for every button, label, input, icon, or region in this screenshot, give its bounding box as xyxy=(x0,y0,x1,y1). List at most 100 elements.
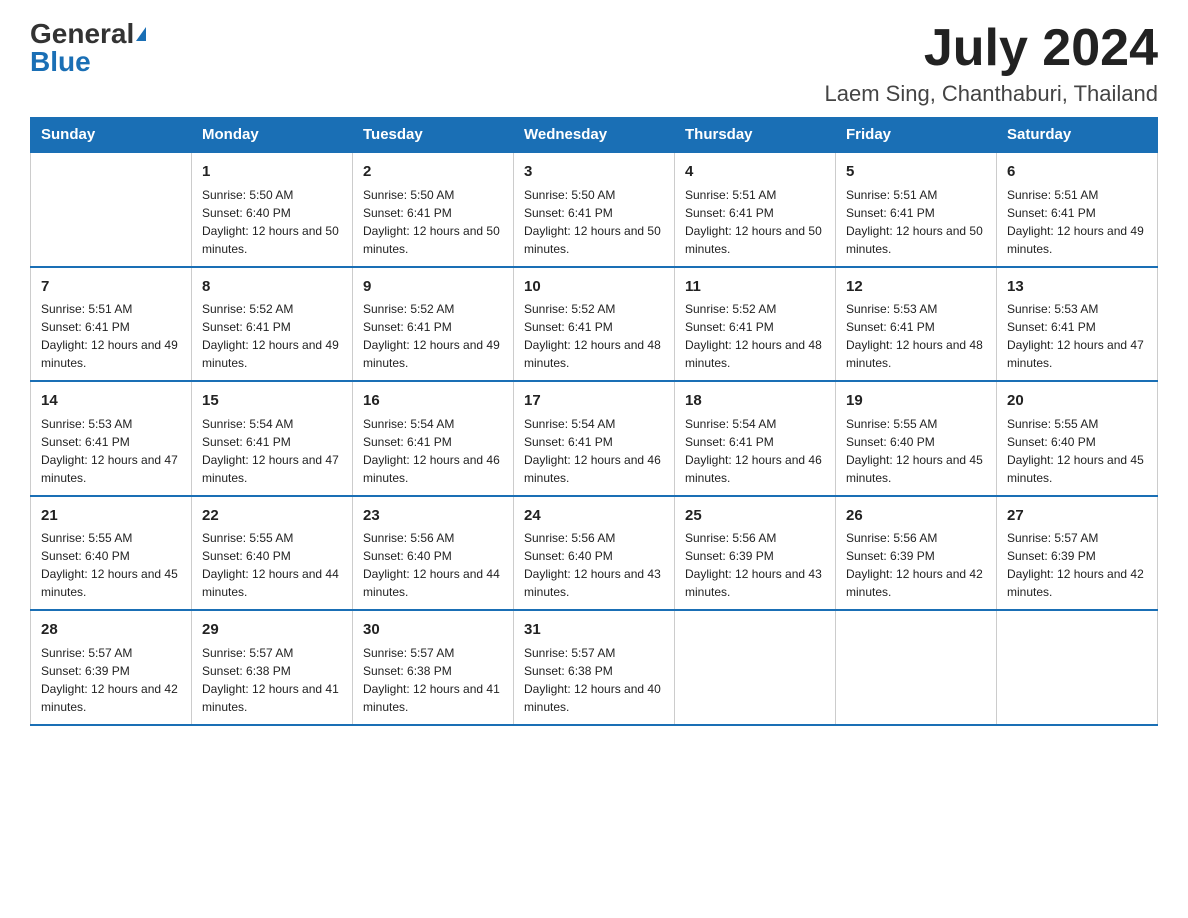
weekday-header-wednesday: Wednesday xyxy=(514,118,675,153)
weekday-header-saturday: Saturday xyxy=(997,118,1158,153)
day-info: Sunrise: 5:55 AMSunset: 6:40 PMDaylight:… xyxy=(202,529,342,601)
day-info: Sunrise: 5:52 AMSunset: 6:41 PMDaylight:… xyxy=(685,300,825,372)
calendar-day-cell: 18Sunrise: 5:54 AMSunset: 6:41 PMDayligh… xyxy=(675,381,836,496)
day-info: Sunrise: 5:51 AMSunset: 6:41 PMDaylight:… xyxy=(685,186,825,258)
logo-blue-text: Blue xyxy=(30,48,91,76)
day-number: 9 xyxy=(363,276,503,299)
day-number: 22 xyxy=(202,505,342,528)
day-info: Sunrise: 5:56 AMSunset: 6:40 PMDaylight:… xyxy=(524,529,664,601)
day-info: Sunrise: 5:51 AMSunset: 6:41 PMDaylight:… xyxy=(1007,186,1147,258)
calendar-day-cell: 2Sunrise: 5:50 AMSunset: 6:41 PMDaylight… xyxy=(353,152,514,267)
calendar-day-cell: 20Sunrise: 5:55 AMSunset: 6:40 PMDayligh… xyxy=(997,381,1158,496)
calendar-day-cell: 15Sunrise: 5:54 AMSunset: 6:41 PMDayligh… xyxy=(192,381,353,496)
day-info: Sunrise: 5:51 AMSunset: 6:41 PMDaylight:… xyxy=(41,300,181,372)
day-info: Sunrise: 5:50 AMSunset: 6:41 PMDaylight:… xyxy=(363,186,503,258)
calendar-day-cell: 26Sunrise: 5:56 AMSunset: 6:39 PMDayligh… xyxy=(836,496,997,611)
calendar-day-cell: 31Sunrise: 5:57 AMSunset: 6:38 PMDayligh… xyxy=(514,610,675,725)
calendar-day-cell: 6Sunrise: 5:51 AMSunset: 6:41 PMDaylight… xyxy=(997,152,1158,267)
calendar-day-cell: 11Sunrise: 5:52 AMSunset: 6:41 PMDayligh… xyxy=(675,267,836,382)
day-info: Sunrise: 5:57 AMSunset: 6:38 PMDaylight:… xyxy=(524,644,664,716)
day-info: Sunrise: 5:55 AMSunset: 6:40 PMDaylight:… xyxy=(1007,415,1147,487)
day-info: Sunrise: 5:55 AMSunset: 6:40 PMDaylight:… xyxy=(846,415,986,487)
day-number: 13 xyxy=(1007,276,1147,299)
calendar-week-row: 28Sunrise: 5:57 AMSunset: 6:39 PMDayligh… xyxy=(31,610,1158,725)
day-number: 14 xyxy=(41,390,181,413)
day-number: 8 xyxy=(202,276,342,299)
day-number: 28 xyxy=(41,619,181,642)
title-block: July 2024 Laem Sing, Chanthaburi, Thaila… xyxy=(825,20,1158,107)
day-info: Sunrise: 5:55 AMSunset: 6:40 PMDaylight:… xyxy=(41,529,181,601)
day-info: Sunrise: 5:57 AMSunset: 6:39 PMDaylight:… xyxy=(1007,529,1147,601)
calendar-day-cell: 7Sunrise: 5:51 AMSunset: 6:41 PMDaylight… xyxy=(31,267,192,382)
calendar-day-cell: 1Sunrise: 5:50 AMSunset: 6:40 PMDaylight… xyxy=(192,152,353,267)
day-info: Sunrise: 5:50 AMSunset: 6:41 PMDaylight:… xyxy=(524,186,664,258)
weekday-header-thursday: Thursday xyxy=(675,118,836,153)
day-info: Sunrise: 5:52 AMSunset: 6:41 PMDaylight:… xyxy=(524,300,664,372)
day-info: Sunrise: 5:57 AMSunset: 6:38 PMDaylight:… xyxy=(202,644,342,716)
day-info: Sunrise: 5:52 AMSunset: 6:41 PMDaylight:… xyxy=(202,300,342,372)
day-number: 24 xyxy=(524,505,664,528)
day-number: 16 xyxy=(363,390,503,413)
weekday-header-sunday: Sunday xyxy=(31,118,192,153)
calendar-day-cell: 25Sunrise: 5:56 AMSunset: 6:39 PMDayligh… xyxy=(675,496,836,611)
calendar-day-cell: 13Sunrise: 5:53 AMSunset: 6:41 PMDayligh… xyxy=(997,267,1158,382)
day-number: 7 xyxy=(41,276,181,299)
calendar-day-cell: 28Sunrise: 5:57 AMSunset: 6:39 PMDayligh… xyxy=(31,610,192,725)
calendar-day-cell: 29Sunrise: 5:57 AMSunset: 6:38 PMDayligh… xyxy=(192,610,353,725)
calendar-day-cell: 10Sunrise: 5:52 AMSunset: 6:41 PMDayligh… xyxy=(514,267,675,382)
day-number: 4 xyxy=(685,161,825,184)
logo-triangle-icon xyxy=(136,27,146,41)
day-number: 5 xyxy=(846,161,986,184)
day-number: 1 xyxy=(202,161,342,184)
calendar-day-cell: 3Sunrise: 5:50 AMSunset: 6:41 PMDaylight… xyxy=(514,152,675,267)
day-number: 10 xyxy=(524,276,664,299)
calendar-header-row: SundayMondayTuesdayWednesdayThursdayFrid… xyxy=(31,118,1158,153)
calendar-day-cell: 17Sunrise: 5:54 AMSunset: 6:41 PMDayligh… xyxy=(514,381,675,496)
day-info: Sunrise: 5:52 AMSunset: 6:41 PMDaylight:… xyxy=(363,300,503,372)
calendar-day-cell: 4Sunrise: 5:51 AMSunset: 6:41 PMDaylight… xyxy=(675,152,836,267)
day-number: 31 xyxy=(524,619,664,642)
day-info: Sunrise: 5:56 AMSunset: 6:40 PMDaylight:… xyxy=(363,529,503,601)
day-info: Sunrise: 5:54 AMSunset: 6:41 PMDaylight:… xyxy=(685,415,825,487)
calendar-empty-cell xyxy=(997,610,1158,725)
calendar-day-cell: 12Sunrise: 5:53 AMSunset: 6:41 PMDayligh… xyxy=(836,267,997,382)
calendar-week-row: 7Sunrise: 5:51 AMSunset: 6:41 PMDaylight… xyxy=(31,267,1158,382)
day-number: 26 xyxy=(846,505,986,528)
calendar-day-cell: 8Sunrise: 5:52 AMSunset: 6:41 PMDaylight… xyxy=(192,267,353,382)
weekday-header-friday: Friday xyxy=(836,118,997,153)
day-number: 12 xyxy=(846,276,986,299)
day-number: 23 xyxy=(363,505,503,528)
day-number: 18 xyxy=(685,390,825,413)
day-info: Sunrise: 5:56 AMSunset: 6:39 PMDaylight:… xyxy=(685,529,825,601)
day-info: Sunrise: 5:54 AMSunset: 6:41 PMDaylight:… xyxy=(524,415,664,487)
calendar-day-cell: 9Sunrise: 5:52 AMSunset: 6:41 PMDaylight… xyxy=(353,267,514,382)
calendar-day-cell: 22Sunrise: 5:55 AMSunset: 6:40 PMDayligh… xyxy=(192,496,353,611)
calendar-empty-cell xyxy=(675,610,836,725)
weekday-header-tuesday: Tuesday xyxy=(353,118,514,153)
day-info: Sunrise: 5:54 AMSunset: 6:41 PMDaylight:… xyxy=(202,415,342,487)
calendar-day-cell: 23Sunrise: 5:56 AMSunset: 6:40 PMDayligh… xyxy=(353,496,514,611)
day-number: 27 xyxy=(1007,505,1147,528)
calendar-empty-cell xyxy=(31,152,192,267)
calendar-week-row: 21Sunrise: 5:55 AMSunset: 6:40 PMDayligh… xyxy=(31,496,1158,611)
day-number: 3 xyxy=(524,161,664,184)
day-number: 30 xyxy=(363,619,503,642)
day-number: 2 xyxy=(363,161,503,184)
day-number: 29 xyxy=(202,619,342,642)
day-number: 21 xyxy=(41,505,181,528)
calendar-table: SundayMondayTuesdayWednesdayThursdayFrid… xyxy=(30,117,1158,726)
calendar-week-row: 1Sunrise: 5:50 AMSunset: 6:40 PMDaylight… xyxy=(31,152,1158,267)
day-number: 25 xyxy=(685,505,825,528)
day-number: 20 xyxy=(1007,390,1147,413)
day-info: Sunrise: 5:54 AMSunset: 6:41 PMDaylight:… xyxy=(363,415,503,487)
logo: General Blue xyxy=(30,20,146,76)
calendar-day-cell: 19Sunrise: 5:55 AMSunset: 6:40 PMDayligh… xyxy=(836,381,997,496)
page-header: General Blue July 2024 Laem Sing, Chanth… xyxy=(30,20,1158,107)
day-number: 11 xyxy=(685,276,825,299)
calendar-day-cell: 5Sunrise: 5:51 AMSunset: 6:41 PMDaylight… xyxy=(836,152,997,267)
day-info: Sunrise: 5:56 AMSunset: 6:39 PMDaylight:… xyxy=(846,529,986,601)
calendar-empty-cell xyxy=(836,610,997,725)
day-info: Sunrise: 5:50 AMSunset: 6:40 PMDaylight:… xyxy=(202,186,342,258)
day-info: Sunrise: 5:51 AMSunset: 6:41 PMDaylight:… xyxy=(846,186,986,258)
calendar-week-row: 14Sunrise: 5:53 AMSunset: 6:41 PMDayligh… xyxy=(31,381,1158,496)
